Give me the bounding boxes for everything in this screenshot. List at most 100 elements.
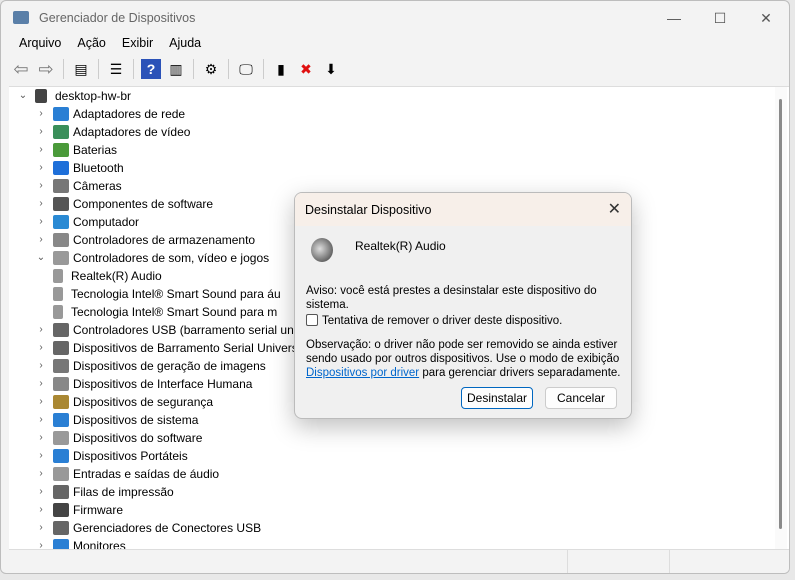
tree-item-label: Gerenciadores de Conectores USB (73, 521, 262, 535)
tree-item[interactable]: › Dispositivos de Barramento Serial Unive… (35, 339, 304, 357)
forward-icon[interactable]: ⇨ (36, 59, 56, 79)
tree-item[interactable]: › Dispositivos Portáteis (35, 447, 188, 465)
scan-hardware-icon[interactable]: 🖵 (236, 59, 256, 79)
device-category-icon (53, 395, 69, 409)
tree-item[interactable]: › Firmware (35, 501, 123, 519)
back-icon[interactable]: ⇦ (11, 59, 31, 79)
device-category-icon (53, 467, 69, 481)
chevron-right-icon[interactable]: › (35, 501, 47, 519)
cancel-button[interactable]: Cancelar (545, 387, 617, 409)
tree-item[interactable]: › Adaptadores de rede (35, 105, 185, 123)
chevron-right-icon[interactable]: › (35, 465, 47, 483)
tree-item[interactable]: › Dispositivos de sistema (35, 411, 198, 429)
chevron-right-icon[interactable]: › (35, 375, 47, 393)
minimize-button[interactable]: — (651, 5, 697, 31)
chevron-right-icon[interactable]: › (35, 483, 47, 501)
chevron-right-icon[interactable]: › (35, 429, 47, 447)
tree-item[interactable]: › Computador (35, 213, 139, 231)
tree-item[interactable]: › Dispositivos de segurança (35, 393, 213, 411)
tree-item[interactable]: › Componentes de software (35, 195, 213, 213)
tree-item[interactable]: › Gerenciadores de Conectores USB (35, 519, 261, 537)
device-category-icon (53, 413, 69, 427)
remove-driver-checkbox-row[interactable]: Tentativa de remover o driver deste disp… (306, 314, 626, 328)
maximize-button[interactable]: ☐ (697, 5, 743, 31)
tree-item-label: Computador (73, 215, 140, 229)
chevron-right-icon[interactable]: › (35, 177, 47, 195)
show-hide-tree-icon[interactable]: ▤ (71, 59, 91, 79)
enable-device-icon[interactable]: ▮ (271, 59, 291, 79)
menu-arquivo[interactable]: Arquivo (11, 36, 69, 50)
chevron-down-icon[interactable]: ⌄ (35, 249, 47, 267)
tree-root[interactable]: ⌄ desktop-hw-br (17, 87, 131, 105)
tree-item-label: Dispositivos de geração de imagens (73, 359, 266, 373)
device-category-icon (53, 287, 63, 301)
chevron-right-icon[interactable]: › (35, 105, 47, 123)
tree-item[interactable]: › Filas de impressão (35, 483, 174, 501)
tree-item-label: Entradas e saídas de áudio (73, 467, 220, 481)
properties-icon[interactable]: ☰ (106, 59, 126, 79)
device-category-icon (53, 161, 69, 175)
note-text: Observação: o driver não pode ser removi… (306, 338, 626, 380)
chevron-right-icon[interactable]: › (35, 519, 47, 537)
menu-exibir[interactable]: Exibir (114, 36, 161, 50)
help-icon[interactable]: ? (141, 59, 161, 79)
chevron-right-icon[interactable]: › (35, 321, 47, 339)
tree-item[interactable]: Tecnologia Intel® Smart Sound para m (53, 303, 277, 321)
dialog-close-icon[interactable]: ✕ (608, 199, 621, 219)
tree-item[interactable]: › Entradas e saídas de áudio (35, 465, 219, 483)
chevron-right-icon[interactable]: › (35, 339, 47, 357)
device-category-icon (53, 431, 69, 445)
device-category-icon (53, 503, 69, 517)
update-driver-icon[interactable]: ⚙ (201, 59, 221, 79)
menu-acao[interactable]: Ação (69, 36, 114, 50)
tree-item[interactable]: › Dispositivos do software (35, 429, 202, 447)
device-category-icon (53, 143, 69, 157)
tree-root-label: desktop-hw-br (55, 89, 132, 103)
menu-ajuda[interactable]: Ajuda (161, 36, 209, 50)
tree-item[interactable]: › Bluetooth (35, 159, 124, 177)
device-category-icon (53, 197, 69, 211)
tree-item[interactable]: › Controladores de armazenamento (35, 231, 255, 249)
tree-item[interactable]: › Controladores USB (barramento serial un… (35, 321, 302, 339)
vertical-scrollbar[interactable] (775, 87, 787, 550)
toolbar-separator (98, 59, 99, 79)
chevron-right-icon[interactable]: › (35, 393, 47, 411)
chevron-right-icon[interactable]: › (35, 141, 47, 159)
checkbox-label[interactable]: Tentativa de remover o driver deste disp… (322, 315, 562, 327)
toolbar: ⇦ ⇨ ▤ ☰? ▥ ⚙ 🖵 ▮ ✖ ⬇ (11, 58, 341, 80)
uninstall-button[interactable]: Desinstalar (461, 387, 533, 409)
device-category-icon (53, 233, 69, 247)
tree-item[interactable]: Tecnologia Intel® Smart Sound para áu (53, 285, 281, 303)
download-icon[interactable]: ⬇ (321, 59, 341, 79)
device-category-icon (53, 305, 63, 319)
tree-item[interactable]: ⌄ Controladores de som, vídeo e jogos (35, 249, 269, 267)
chevron-right-icon[interactable]: › (35, 159, 47, 177)
chevron-right-icon[interactable]: › (35, 195, 47, 213)
chevron-right-icon[interactable]: › (35, 411, 47, 429)
chevron-right-icon[interactable]: › (35, 357, 47, 375)
close-button[interactable]: ✕ (743, 5, 789, 31)
tree-item-label: Bluetooth (73, 161, 124, 175)
toolbar-separator (263, 59, 264, 79)
tree-item-label: Dispositivos de Barramento Serial Univer… (73, 341, 305, 355)
chevron-down-icon[interactable]: ⌄ (17, 87, 29, 105)
chevron-right-icon[interactable]: › (35, 231, 47, 249)
chevron-right-icon[interactable]: › (35, 123, 47, 141)
tree-item[interactable]: › Adaptadores de vídeo (35, 123, 190, 141)
tree-item[interactable]: › Dispositivos de Interface Humana (35, 375, 252, 393)
tree-item[interactable]: › Baterias (35, 141, 117, 159)
device-category-icon (53, 485, 69, 499)
note-end: para gerenciar drivers separadamente. (419, 367, 621, 379)
action-pane-icon[interactable]: ▥ (166, 59, 186, 79)
uninstall-icon[interactable]: ✖ (296, 59, 316, 79)
remove-driver-checkbox[interactable] (306, 314, 318, 326)
chevron-right-icon[interactable]: › (35, 213, 47, 231)
chevron-right-icon[interactable]: › (35, 447, 47, 465)
speaker-icon (311, 238, 333, 262)
scrollbar-thumb[interactable] (779, 99, 782, 529)
tree-item[interactable]: › Dispositivos de geração de imagens (35, 357, 266, 375)
tree-item[interactable]: Realtek(R) Audio (53, 267, 162, 285)
tree-item-label: Controladores USB (barramento serial uni… (73, 323, 303, 337)
devices-by-driver-link[interactable]: Dispositivos por driver (306, 367, 419, 379)
tree-item[interactable]: › Câmeras (35, 177, 122, 195)
